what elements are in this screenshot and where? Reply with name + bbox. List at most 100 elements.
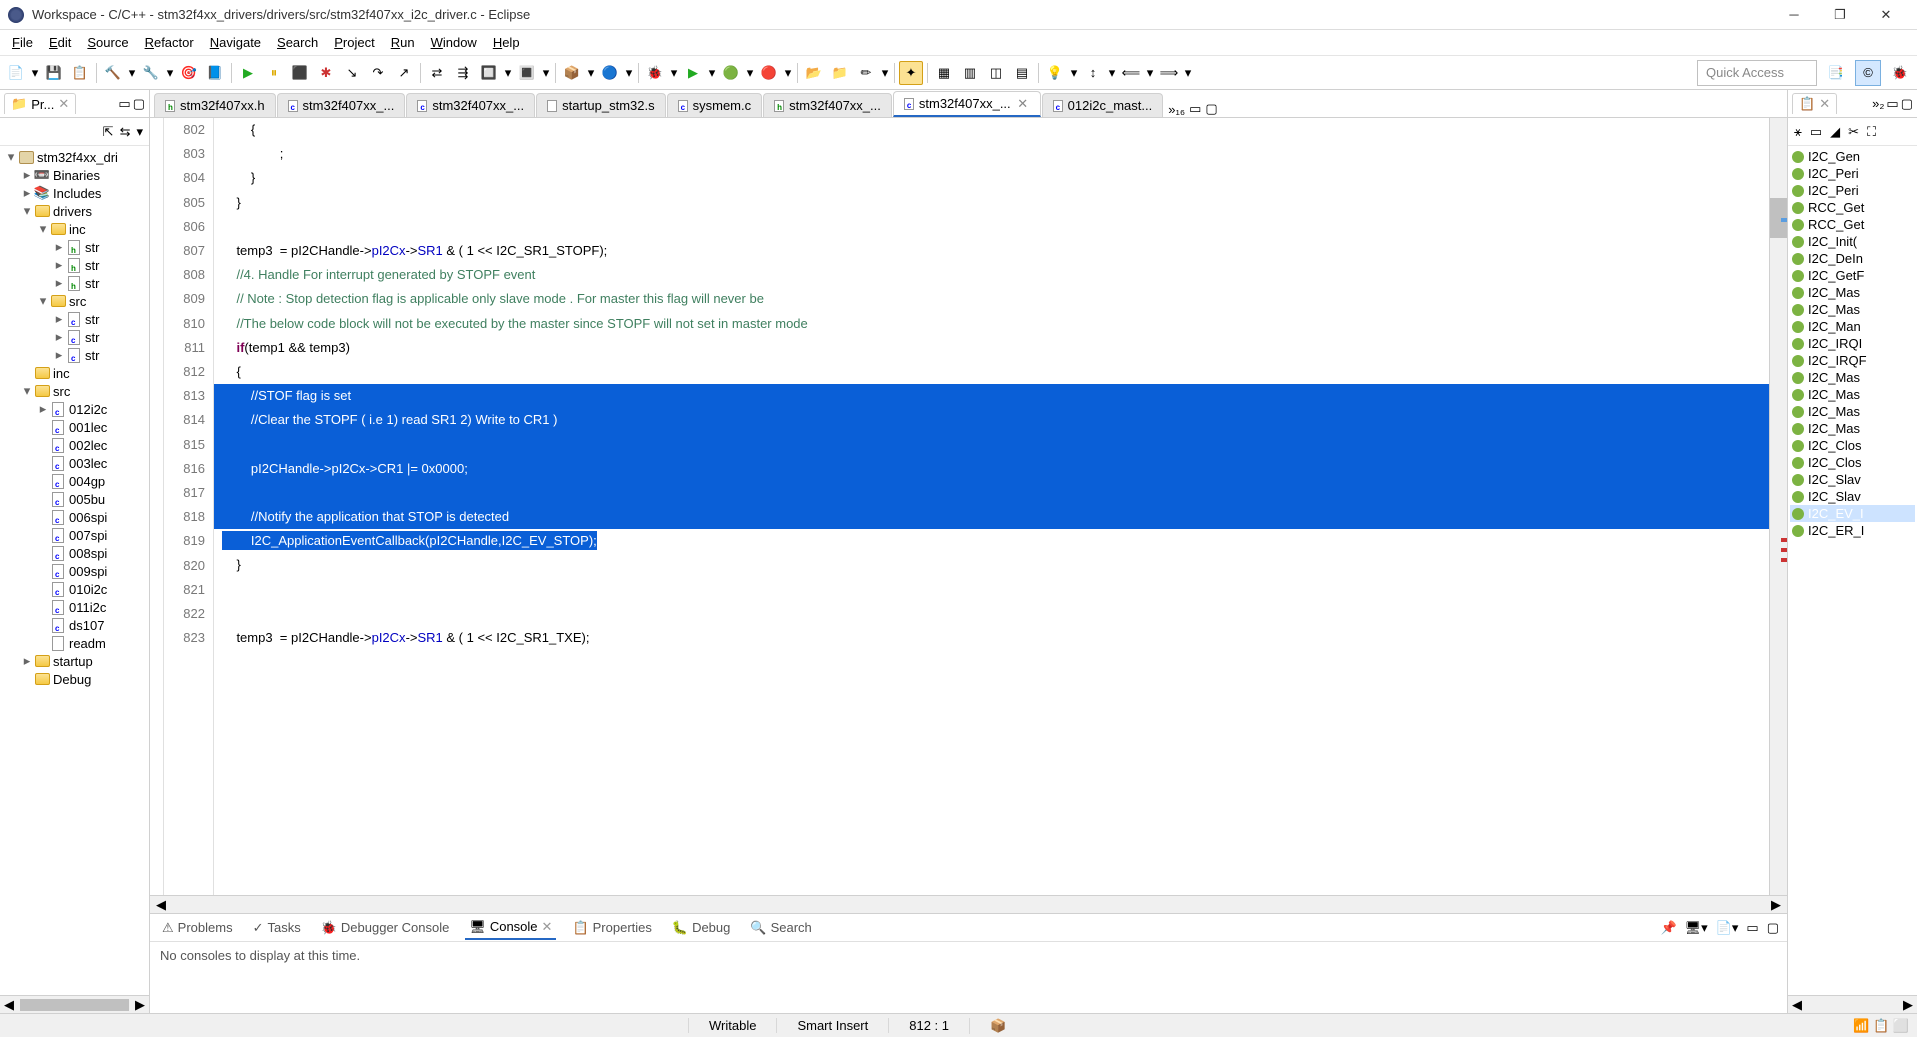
tree-item[interactable]: 001lec [0,418,149,436]
outline-item[interactable]: I2C_Peri [1790,165,1915,182]
coverage-button[interactable]: 🟢 [719,61,743,85]
outline-item[interactable]: RCC_Get [1790,199,1915,216]
code-body[interactable]: { ; } } temp3 = pI2CHandle->pI2Cx->SR1 &… [214,118,1769,895]
menu-refactor[interactable]: Refactor [137,31,202,54]
pause-button[interactable]: ⏸ [262,61,286,85]
bottom-tab-tasks[interactable]: ✓Tasks [249,917,305,939]
tree-item[interactable]: ▸📚Includes [0,184,149,202]
disconnect-button[interactable]: ✱ [314,61,338,85]
outline-item[interactable]: I2C_DeIn [1790,250,1915,267]
menu-file[interactable]: File [4,31,41,54]
pin-button[interactable]: 💡 [1043,61,1067,85]
resume-button[interactable]: ▶ [236,61,260,85]
overflow-icon[interactable]: »₂ [1872,96,1884,112]
console-display-icon[interactable]: 🖥▾ [1685,920,1708,936]
project-hscroll[interactable]: ◀▶ [0,995,149,1013]
grid3-button[interactable]: ◫ [984,61,1008,85]
grid4-button[interactable]: ▤ [1010,61,1034,85]
outline-item[interactable]: RCC_Get [1790,216,1915,233]
code-editor[interactable]: 8028038048058068078088098108118128138148… [150,118,1787,895]
outline-item[interactable]: I2C_Slav [1790,488,1915,505]
editor-tab[interactable]: stm32f407xx_... [406,93,535,117]
bottom-tab-properties[interactable]: 📋Properties [568,917,655,939]
project-tree[interactable]: ▾stm32f4xx_dri▸📼Binaries▸📚Includes▾drive… [0,146,149,995]
minimize-icon[interactable]: ▭ [1746,920,1758,936]
tree-item[interactable]: 007spi [0,526,149,544]
outline-item[interactable]: I2C_Man [1790,318,1915,335]
tree-item[interactable]: ▾stm32f4xx_dri [0,148,149,166]
tree-item[interactable]: ds107 [0,616,149,634]
debug-button[interactable]: 🐞 [643,61,667,85]
menu-run[interactable]: Run [383,31,423,54]
menu-window[interactable]: Window [423,31,485,54]
profile-button[interactable]: 🔴 [757,61,781,85]
menu-project[interactable]: Project [326,31,382,54]
outline-list[interactable]: I2C_GenI2C_PeriI2C_PeriRCC_GetRCC_GetI2C… [1788,146,1917,995]
outline-item[interactable]: I2C_IRQI [1790,335,1915,352]
format-button[interactable]: ⇶ [451,61,475,85]
manage-button[interactable]: 🔵 [598,61,622,85]
tree-item[interactable]: ▾inc [0,220,149,238]
step-over-button[interactable]: ↷ [366,61,390,85]
tree-item[interactable]: 010i2c [0,580,149,598]
editor-tab[interactable]: stm32f407xx.h [154,93,276,117]
view-menu-icon[interactable]: ▾ [136,124,143,140]
outline-item[interactable]: I2C_Gen [1790,148,1915,165]
link-editor-icon[interactable]: ⇆ [120,124,131,140]
maximize-panel-icon[interactable]: ▢ [133,96,145,112]
status-right-icons[interactable]: 📶 📋 ⬜ [1853,1018,1909,1034]
bottom-tab-debug[interactable]: 🐛Debug [668,917,735,939]
tree-item[interactable]: ▾src [0,292,149,310]
outline-item[interactable]: I2C_Mas [1790,403,1915,420]
bottom-tab-console[interactable]: 🖥Console ✕ [465,916,556,940]
new-dropdown[interactable]: ▾ [30,65,40,81]
tree-item[interactable]: 006spi [0,508,149,526]
tree-item[interactable]: readm [0,634,149,652]
outline-item[interactable]: I2C_Init( [1790,233,1915,250]
outline-item[interactable]: I2C_Mas [1790,420,1915,437]
maximize-panel-icon[interactable]: ▢ [1901,96,1913,112]
minimize-panel-icon[interactable]: ▭ [1886,96,1898,112]
edit-button[interactable]: ✏ [854,61,878,85]
step-into-button[interactable]: ↘ [340,61,364,85]
box1-button[interactable]: 🔲 [477,61,501,85]
run-button[interactable]: ▶ [681,61,705,85]
outline-item[interactable]: I2C_Clos [1790,437,1915,454]
bottom-tab-problems[interactable]: ⚠Problems [158,917,237,939]
perspective-debug[interactable]: 🐞 [1887,60,1913,86]
project-explorer-tab[interactable]: 📁 Pr... ✕ [4,93,76,114]
tree-item[interactable]: ▾drivers [0,202,149,220]
close-button[interactable]: ✕ [1863,0,1909,30]
editor-tab[interactable]: sysmem.c [667,93,763,117]
tree-item[interactable]: ▸startup [0,652,149,670]
grid2-button[interactable]: ▥ [958,61,982,85]
tree-item[interactable]: 002lec [0,436,149,454]
tree-item[interactable]: ▸str [0,274,149,292]
collapse-all-icon[interactable]: ⇱ [103,124,114,140]
console-new-icon[interactable]: 📄▾ [1716,920,1739,936]
menu-edit[interactable]: Edit [41,31,79,54]
instruction-button[interactable]: ⇄ [425,61,449,85]
step-return-button[interactable]: ↗ [392,61,416,85]
quick-access-input[interactable]: Quick Access [1697,60,1817,86]
close-icon[interactable]: ✕ [1016,97,1030,111]
bottom-tab-search[interactable]: 🔍Search [746,917,815,939]
bottom-tab-debugger-console[interactable]: 🐞Debugger Console [317,917,454,939]
outline-item[interactable]: I2C_Mas [1790,301,1915,318]
tree-item[interactable]: inc [0,364,149,382]
outline-item[interactable]: I2C_Slav [1790,471,1915,488]
menu-navigate[interactable]: Navigate [202,31,269,54]
outline-item[interactable]: I2C_Peri [1790,182,1915,199]
folder1-button[interactable]: 📂 [802,61,826,85]
outline-item[interactable]: I2C_EV_I [1790,505,1915,522]
tabs-overflow-icon[interactable]: »₁₆ [1168,102,1185,117]
stop-button[interactable]: ⬛ [288,61,312,85]
minimize-editor-icon[interactable]: ▭ [1189,101,1201,117]
editor-tab[interactable]: stm32f407xx_...✕ [893,91,1041,117]
outline-item[interactable]: I2C_GetF [1790,267,1915,284]
editor-tab[interactable]: 012i2c_mast... [1042,93,1164,117]
close-icon[interactable]: ✕ [1819,96,1830,112]
editor-tab[interactable]: stm32f407xx_... [763,93,892,117]
highlight-button[interactable]: ✦ [899,61,923,85]
minimize-button[interactable]: ─ [1771,0,1817,30]
